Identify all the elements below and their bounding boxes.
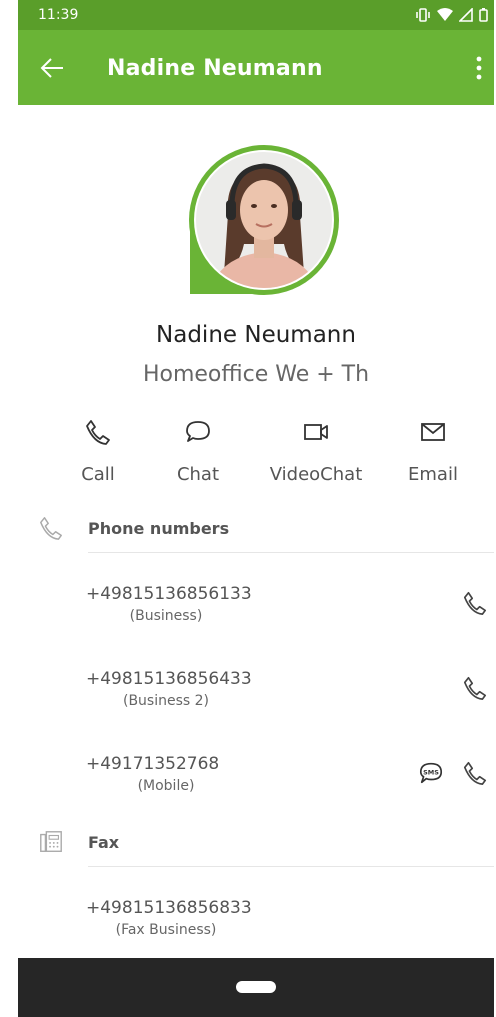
divider	[88, 552, 494, 553]
phone-type: (Business 2)	[122, 693, 210, 709]
email-button[interactable]: Email	[373, 418, 493, 485]
video-camera-icon	[304, 424, 328, 440]
contact-actions: Call Chat VideoChat Email	[18, 418, 494, 488]
vibrate-icon	[416, 8, 430, 22]
phone-icon[interactable]	[462, 590, 488, 616]
phone-number: +49171352768	[86, 754, 220, 774]
battery-icon	[479, 8, 488, 22]
phone-numbers-title: Phone numbers	[88, 519, 230, 538]
system-navigation-bar	[18, 958, 494, 1017]
more-options-icon[interactable]	[472, 54, 486, 82]
status-icons	[415, 8, 488, 22]
phone-entry[interactable]: +49815136856133 (Business)	[18, 584, 494, 644]
device-frame-left	[0, 0, 18, 1017]
chat-label: Chat	[176, 464, 220, 485]
videochat-label: VideoChat	[269, 464, 363, 485]
phone-icon	[86, 420, 110, 445]
phone-entry[interactable]: +49815136856433 (Business 2)	[18, 669, 494, 729]
email-label: Email	[408, 464, 458, 485]
signal-icon	[459, 8, 473, 22]
contact-name: Nadine Neumann	[156, 322, 356, 348]
page-title: Nadine Neumann	[107, 56, 323, 81]
svg-text:SMS: SMS	[423, 768, 439, 776]
divider	[88, 866, 494, 867]
fax-header: Fax	[18, 821, 494, 867]
phone-entry[interactable]: +49171352768 (Mobile) SMS	[18, 754, 494, 814]
phone-type: (Mobile)	[137, 778, 195, 794]
wifi-icon	[437, 8, 453, 21]
contact-status: Homeoffice We + Th	[142, 362, 370, 387]
home-pill-button[interactable]	[236, 981, 276, 993]
fax-entry[interactable]: +49815136856833 (Fax Business)	[18, 898, 494, 958]
envelope-icon	[421, 423, 445, 441]
videochat-button[interactable]: VideoChat	[256, 418, 376, 485]
phone-number: +49815136856133	[86, 584, 252, 604]
status-time: 11:39	[38, 7, 79, 23]
status-bar: 11:39	[18, 0, 494, 30]
back-arrow-icon[interactable]	[38, 54, 66, 82]
sms-icon[interactable]: SMS	[418, 760, 444, 786]
avatar	[188, 144, 340, 296]
fax-number: +49815136856833	[86, 898, 252, 918]
phone-icon[interactable]	[462, 760, 488, 786]
avatar-portrait	[189, 145, 339, 295]
fax-type: (Fax Business)	[115, 922, 217, 938]
fax-title: Fax	[88, 833, 120, 852]
phone-type: (Business)	[129, 608, 203, 624]
phone-icon	[40, 517, 62, 540]
screen: 11:39 Nadine Neumann Nadine Neumann Home…	[18, 0, 494, 1017]
chat-button[interactable]: Chat	[138, 418, 258, 485]
phone-icon[interactable]	[462, 675, 488, 701]
phone-number: +49815136856433	[86, 669, 252, 689]
fax-icon	[40, 831, 62, 852]
app-bar: Nadine Neumann	[18, 30, 494, 105]
phone-numbers-header: Phone numbers	[18, 507, 494, 553]
chat-bubble-icon	[186, 421, 210, 442]
